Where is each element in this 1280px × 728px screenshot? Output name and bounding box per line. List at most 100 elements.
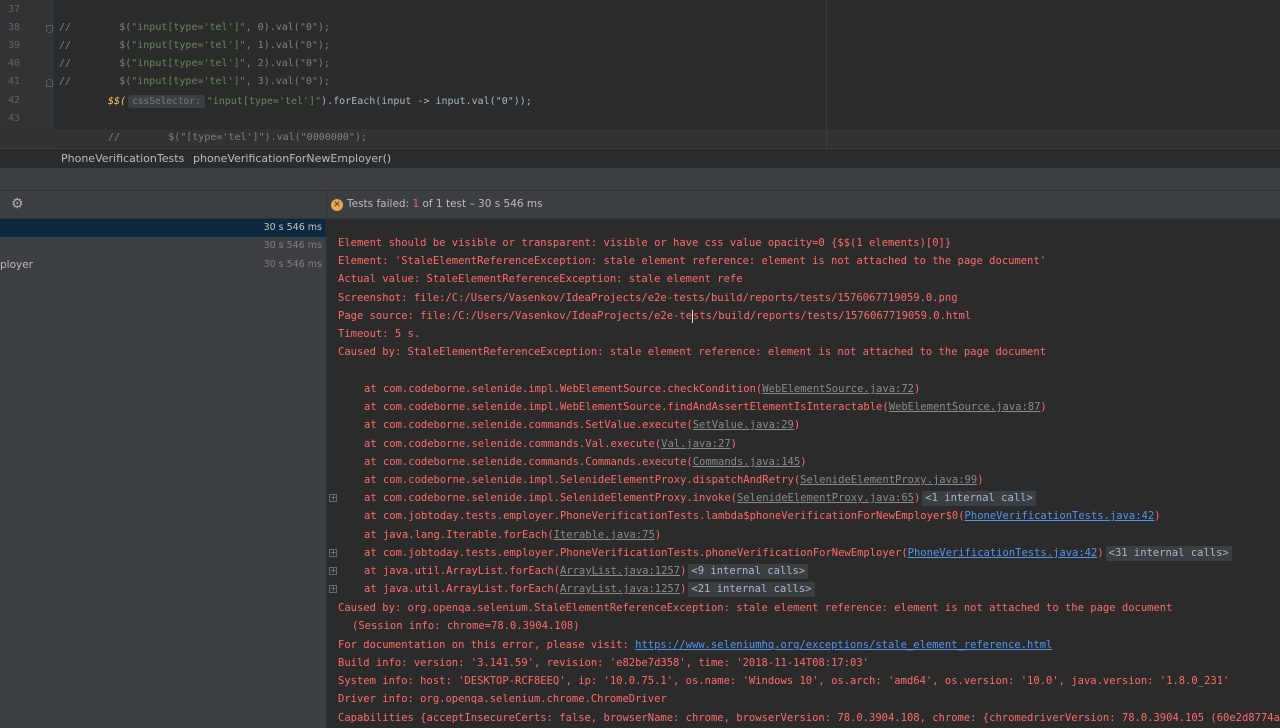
expand-icon[interactable]: + [329,494,337,502]
stack-frame-suffix: ) [914,492,921,504]
test-status-bar: ✕ Tests failed: 1 of 1 test – 30 s 546 m… [327,191,1280,219]
console-line: Screenshot: file:/C:/Users/Vasenkov/Idea… [338,292,958,304]
test-tree: 30 s 546 ms 30 s 546 ms ployer 30 s 546 … [0,219,326,728]
stack-frame-method: at java.util.ArrayList.forEach( [364,565,560,577]
panel-splitter[interactable] [0,168,1280,191]
code-string: "input[type='tel']" [131,76,246,87]
line-number: 42 [7,95,20,106]
library-source-link[interactable]: Val.java:27 [661,438,731,450]
line-number: 37 [7,4,20,15]
stack-frame: at com.codeborne.selenide.commands.SetVa… [364,416,800,434]
line-number: 43 [7,113,20,124]
library-source-link[interactable]: WebElementSource.java:87 [889,401,1041,413]
console-line: Timeout: 5 s. [338,328,421,340]
console-text: sts/build/reports/tests/1576067719059.0.… [693,310,972,322]
code-line-39[interactable]: // $("input[type='tel']", 1).val("0"); [59,40,330,51]
library-source-link[interactable]: WebElementSource.java:72 [762,383,914,395]
chevron-right-icon: › [180,151,185,164]
console-text: Page source: file:/C:/Users/Vasenkov/Ide… [338,310,693,322]
expand-icon[interactable]: + [329,549,337,557]
stack-frame: at com.jobtoday.tests.employer.PhoneVeri… [364,544,1232,562]
stack-frame-method: at com.codeborne.selenide.impl.WebElemen… [364,401,889,413]
code-text: , 3).val("0"); [245,76,330,87]
code-text: // $("[type='tel']").val("0000000"); [108,132,367,143]
console-line: (Session info: chrome=78.0.3904.108) [352,620,580,632]
source-link[interactable]: PhoneVerificationTests.java:42 [965,510,1155,522]
run-toolbar: ⚙ [0,191,326,219]
test-tree-row[interactable]: 30 s 546 ms [0,219,326,237]
code-line-44[interactable]: // $("[type='tel']").val("0000000"); [108,132,367,143]
code-text: , 0).val("0"); [245,22,330,33]
library-source-link[interactable]: SelenideElementProxy.java:99 [800,474,977,486]
code-line-41[interactable]: // $("input[type='tel']", 3).val("0"); [59,76,330,87]
test-duration: 30 s 546 ms [263,240,322,251]
stack-frame: at java.util.ArrayList.forEach(ArrayList… [364,580,815,598]
internal-calls-folded[interactable]: <31 internal calls> [1105,546,1232,561]
console-text: For documentation on this error, please … [338,639,636,651]
line-number: 39 [7,40,20,51]
console-line: Driver info: org.openqa.selenium.chrome.… [338,693,667,705]
stack-frame-method: at com.codeborne.selenide.impl.SelenideE… [364,474,801,486]
stack-frame: at com.codeborne.selenide.impl.SelenideE… [364,471,984,489]
documentation-link[interactable]: https://www.seleniumhq.org/exceptions/st… [635,639,1052,651]
stack-frame-method: at com.jobtoday.tests.employer.PhoneVeri… [364,510,965,522]
stack-frame-suffix: ) [654,529,662,541]
status-label: Tests failed: [347,198,413,210]
line-number-gutter: 37 38 39 40 41 42 43 44 [0,0,54,148]
code-function: $$( [108,96,127,107]
stack-frame-method: at com.codeborne.selenide.commands.Comma… [364,456,693,468]
code-text: // $( [59,76,132,87]
fold-icon[interactable] [46,25,53,33]
stack-frame-method: at com.codeborne.selenide.impl.SelenideE… [364,492,737,504]
line-number: 41 [7,76,20,87]
code-line-40[interactable]: // $("input[type='tel']", 2).val("0"); [59,58,330,69]
warning-icon: ✕ [331,199,343,211]
code-editor[interactable]: 37 38 39 40 41 42 43 44 // $("input[type… [0,0,1280,148]
expand-icon[interactable]: + [329,567,337,575]
source-link[interactable]: PhoneVerificationTests.java:42 [908,547,1098,559]
console-output[interactable]: Element should be visible or transparent… [327,219,1280,728]
code-string: "input[type='tel']" [206,96,322,107]
line-number: 38 [7,22,20,33]
code-text: , 1).val("0"); [245,40,330,51]
test-tree-row[interactable]: 30 s 546 ms [0,237,326,255]
test-tree-row[interactable]: ployer 30 s 546 ms [0,256,326,274]
test-status-text: Tests failed: 1 of 1 test – 30 s 546 ms [347,198,543,210]
code-text: , 2).val("0"); [245,58,330,69]
stack-frame-suffix: ) [977,474,984,486]
stack-frame: at java.lang.Iterable.forEach(Iterable.j… [364,526,661,544]
console-line: For documentation on this error, please … [338,636,1052,654]
library-source-link[interactable]: ArrayList.java:1257 [560,583,680,595]
code-line-42[interactable]: $$(cssSelector: "input[type='tel']").forE… [108,95,532,108]
library-source-link[interactable]: ArrayList.java:1257 [560,565,680,577]
breadcrumb-method[interactable]: phoneVerificationForNewEmployer() [193,152,391,165]
gear-icon[interactable]: ⚙ [11,196,24,212]
expand-icon[interactable]: + [329,585,337,593]
console-line: Element should be visible or transparent… [338,237,952,249]
library-source-link[interactable]: Commands.java:145 [693,456,800,468]
code-string: "input[type='tel']" [131,58,246,69]
stack-frame-method: at com.codeborne.selenide.impl.WebElemen… [364,383,763,395]
code-text: ).forEach(input -> input.val("0")); [321,96,532,107]
unfold-icon[interactable] [46,79,53,87]
library-source-link[interactable]: SetValue.java:29 [693,419,794,431]
internal-calls-folded[interactable]: <1 internal call> [922,491,1036,506]
stack-frame: at java.util.ArrayList.forEach(ArrayList… [364,562,809,580]
library-source-link[interactable]: Iterable.java:75 [554,529,655,541]
stack-frame-method: at com.codeborne.selenide.commands.SetVa… [364,419,693,431]
console-line: System info: host: 'DESKTOP-RCF8EEQ', ip… [338,675,1230,687]
stack-frame-suffix: ) [1040,401,1047,413]
breadcrumb-class[interactable]: PhoneVerificationTests [61,152,184,165]
console-line: Caused by: StaleElementReferenceExceptio… [338,346,1047,358]
test-duration: 30 s 546 ms [263,259,322,270]
internal-calls-folded[interactable]: <21 internal calls> [688,582,815,597]
stack-frame: at com.codeborne.selenide.commands.Comma… [364,453,807,471]
console-line: Capabilities {acceptInsecureCerts: false… [338,712,1280,724]
code-line-38[interactable]: // $("input[type='tel']", 0).val("0"); [59,22,330,33]
library-source-link[interactable]: SelenideElementProxy.java:65 [737,492,914,504]
internal-calls-folded[interactable]: <9 internal calls> [688,564,809,579]
stack-frame: at com.codeborne.selenide.impl.SelenideE… [364,489,1036,507]
console-line: Caused by: org.openqa.selenium.StaleElem… [338,602,1173,614]
stack-frame-method: at com.codeborne.selenide.commands.Val.e… [364,438,662,450]
code-text: // $( [59,22,132,33]
